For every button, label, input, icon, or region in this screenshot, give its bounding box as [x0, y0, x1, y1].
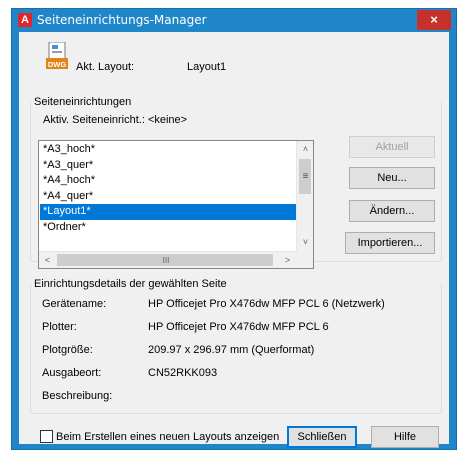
vertical-grip-icon: ≡	[302, 171, 309, 182]
current-layout-value: Layout1	[187, 61, 227, 73]
autocad-app-icon: A	[18, 13, 32, 27]
title-bar[interactable]: A Seiteneinrichtungs-Manager ×	[11, 8, 457, 32]
output-location-label: Ausgabeort:	[42, 367, 102, 379]
device-name-value: HP Officejet Pro X476dw MFP PCL 6 (Netzw…	[148, 298, 385, 310]
import-button[interactable]: Importieren...	[345, 232, 435, 254]
window-title: Seiteneinrichtungs-Manager	[37, 13, 207, 27]
plot-size-value: 209.97 x 296.97 mm (Querformat)	[148, 344, 315, 356]
new-button[interactable]: Neu...	[349, 167, 435, 189]
scroll-up-arrow-icon[interactable]: ˄	[297, 141, 314, 158]
plot-size-label: Plotgröße:	[42, 344, 93, 356]
list-item[interactable]: *A3_hoch*	[40, 142, 296, 158]
plotter-label: Plotter:	[42, 321, 77, 333]
page-setups-list: *A3_hoch* *A3_quer* *A4_hoch* *A4_quer* …	[40, 142, 296, 236]
modify-button[interactable]: Ändern...	[349, 200, 435, 222]
horizontal-grip-icon: III	[162, 256, 170, 265]
dwg-icon-text: DWG	[48, 60, 66, 69]
description-label: Beschreibung:	[42, 390, 113, 402]
dwg-file-icon: DWG	[46, 42, 68, 69]
scroll-right-arrow-icon[interactable]: >	[279, 252, 296, 269]
show-on-new-layout-label[interactable]: Beim Erstellen eines neuen Layouts anzei…	[56, 430, 279, 444]
close-button[interactable]: Schließen	[287, 426, 357, 448]
list-item[interactable]: *A4_hoch*	[40, 173, 296, 189]
list-item-selected[interactable]: *Layout1*	[40, 204, 296, 220]
output-location-value: CN52RKK093	[148, 367, 218, 379]
scrollbar-corner	[296, 251, 313, 268]
help-button[interactable]: Hilfe	[371, 426, 439, 448]
plotter-value: HP Officejet Pro X476dw MFP PCL 6	[148, 321, 329, 333]
page-setups-listbox[interactable]: *A3_hoch* *A3_quer* *A4_hoch* *A4_quer* …	[38, 140, 314, 269]
device-name-label: Gerätename:	[42, 298, 107, 310]
show-on-new-layout-checkbox[interactable]	[40, 430, 53, 443]
scroll-left-arrow-icon[interactable]: <	[39, 252, 56, 269]
set-current-button[interactable]: Aktuell	[349, 136, 435, 158]
list-item[interactable]: *Ordner*	[40, 220, 296, 236]
horizontal-scrollbar[interactable]: < III >	[39, 251, 296, 268]
page-setup-manager-window: A Seiteneinrichtungs-Manager × DWG Akt. …	[0, 0, 465, 457]
scroll-down-arrow-icon[interactable]: ˅	[297, 234, 314, 251]
current-layout-label: Akt. Layout:	[76, 61, 135, 73]
active-page-setup-label: Aktiv. Seiteneinricht.: <keine>	[43, 114, 188, 126]
vertical-scrollbar[interactable]: ˄ ≡ ˅	[296, 141, 313, 251]
list-item[interactable]: *A4_quer*	[40, 189, 296, 205]
list-item[interactable]: *A3_quer*	[40, 158, 296, 174]
close-window-button[interactable]: ×	[417, 10, 451, 30]
